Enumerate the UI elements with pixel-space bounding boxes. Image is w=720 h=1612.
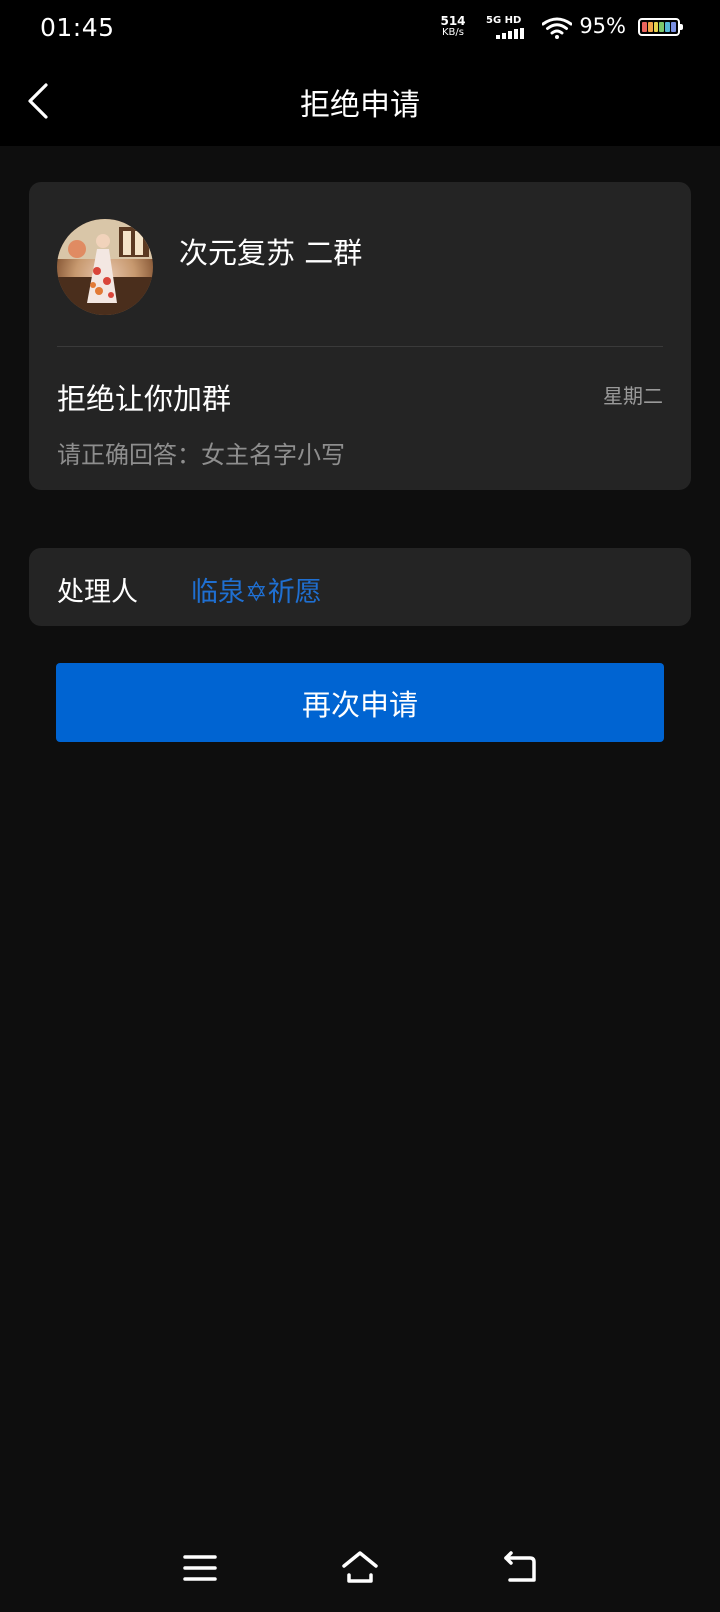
system-navigation-bar	[0, 1522, 720, 1612]
reject-title: 拒绝让你加群	[57, 382, 232, 416]
battery-percent: 95%	[579, 14, 626, 38]
status-icons: 514 KB/s 5G HD 95%	[390, 14, 683, 44]
network-speed-unit: KB/s	[442, 27, 464, 38]
home-icon[interactable]	[340, 1548, 380, 1588]
network-speed-value: 514	[440, 14, 466, 28]
handler-card: 处理人 临泉✡祈愿	[29, 548, 691, 626]
status-time: 01:45	[40, 13, 115, 42]
handler-name-link[interactable]: 临泉✡祈愿	[191, 570, 322, 609]
handler-label: 处理人	[57, 577, 138, 608]
wifi-icon	[542, 17, 572, 39]
group-name: 次元复苏 二群	[179, 236, 363, 270]
navigation-bar: 拒绝申请	[0, 56, 720, 146]
group-avatar[interactable]	[57, 219, 153, 315]
signal-label: 5G HD	[486, 15, 522, 26]
status-bar: 01:45 514 KB/s 5G HD 95%	[0, 0, 720, 56]
battery-icon	[638, 18, 683, 36]
divider	[57, 346, 663, 347]
page-title: 拒绝申请	[300, 88, 420, 123]
cellular-signal-icon: 5G HD	[486, 15, 524, 41]
return-icon[interactable]	[500, 1548, 540, 1588]
reject-timestamp: 星期二	[603, 384, 663, 408]
reject-application-screen: 01:45 514 KB/s 5G HD 95% 拒绝申请 次元复苏 二群 拒绝…	[0, 0, 720, 1612]
network-speed: 514 KB/s	[436, 14, 470, 38]
menu-icon[interactable]	[180, 1548, 220, 1588]
reapply-button[interactable]: 再次申请	[56, 663, 664, 742]
group-info-card: 次元复苏 二群 拒绝让你加群 星期二 请正确回答：女主名字小写	[29, 182, 691, 490]
avatar-image-icon	[57, 219, 153, 315]
reject-reason: 请正确回答：女主名字小写	[57, 441, 345, 469]
